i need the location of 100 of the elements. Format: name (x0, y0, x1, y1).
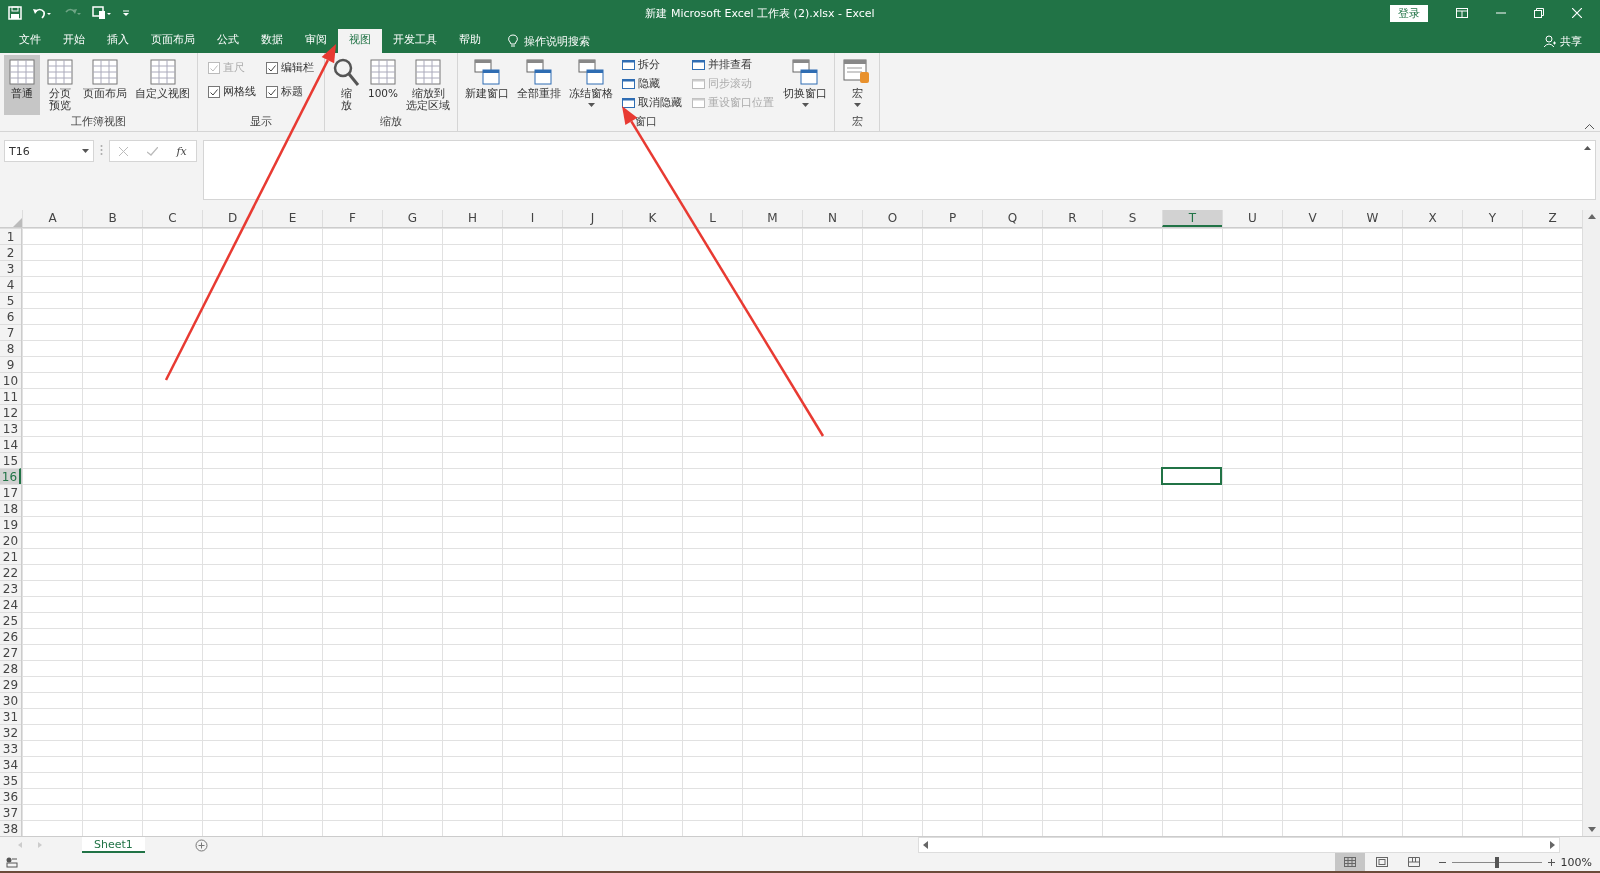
column-header[interactable]: P (922, 210, 982, 227)
sign-in-button[interactable]: 登录 (1390, 4, 1428, 22)
row-header[interactable]: 21 (0, 548, 21, 564)
zoom-level[interactable]: 100% (1560, 855, 1592, 869)
column-header[interactable]: M (742, 210, 802, 227)
column-header[interactable]: N (802, 210, 862, 227)
row-header[interactable]: 9 (0, 356, 21, 372)
column-header[interactable]: L (682, 210, 742, 227)
row-header[interactable]: 3 (0, 260, 21, 276)
ribbon-small-button[interactable]: 并排查看 (692, 58, 775, 72)
row-header[interactable]: 37 (0, 804, 21, 820)
column-header[interactable]: H (442, 210, 502, 227)
row-header[interactable]: 1 (0, 228, 21, 244)
column-header[interactable]: C (142, 210, 202, 227)
row-header[interactable]: 29 (0, 676, 21, 692)
row-header[interactable]: 2 (0, 244, 21, 260)
ribbon-button[interactable]: 100% (365, 55, 402, 115)
column-header[interactable]: V (1282, 210, 1342, 227)
column-header[interactable]: U (1222, 210, 1282, 227)
row-header[interactable]: 11 (0, 388, 21, 404)
column-header[interactable]: B (82, 210, 142, 227)
row-header[interactable]: 19 (0, 516, 21, 532)
checkbox[interactable]: 标题 (266, 85, 314, 99)
ribbon-button[interactable]: 普通 (4, 55, 40, 115)
column-header[interactable]: G (382, 210, 442, 227)
ribbon-tab[interactable]: 数据 (250, 29, 294, 53)
group-label: 窗口 (634, 115, 659, 129)
row-header[interactable]: 5 (0, 292, 21, 308)
ribbon-small-button[interactable]: 取消隐藏 (622, 96, 683, 110)
ribbon-tab[interactable]: 审阅 (294, 29, 338, 53)
column-header[interactable]: T (1162, 210, 1222, 227)
ribbon-button[interactable]: 新建窗口 (462, 55, 513, 115)
ribbon-button[interactable]: 宏 (839, 55, 876, 115)
row-header[interactable]: 32 (0, 724, 21, 740)
row-header[interactable]: 36 (0, 788, 21, 804)
row-header[interactable]: 17 (0, 484, 21, 500)
ribbon-button[interactable]: 自定义视图 (132, 55, 193, 115)
group-label: 宏 (850, 115, 864, 129)
checkbox[interactable]: 编辑栏 (266, 61, 314, 75)
ribbon-tab[interactable]: 文件 (8, 29, 52, 53)
column-header[interactable]: Y (1462, 210, 1522, 227)
column-header[interactable]: F (322, 210, 382, 227)
ribbon-button[interactable]: 冻结窗格 (566, 55, 617, 115)
row-header[interactable]: 18 (0, 500, 21, 516)
row-header[interactable]: 27 (0, 644, 21, 660)
column-header[interactable]: Q (982, 210, 1042, 227)
row-header[interactable]: 7 (0, 324, 21, 340)
ribbon-button[interactable]: 缩放到 选定区域 (403, 55, 454, 115)
row-header[interactable]: 4 (0, 276, 21, 292)
row-header[interactable]: 12 (0, 404, 21, 420)
row-header[interactable]: 20 (0, 532, 21, 548)
row-header[interactable]: 10 (0, 372, 21, 388)
ribbon-button[interactable]: 分页 预览 (42, 55, 78, 115)
row-header[interactable]: 22 (0, 564, 21, 580)
row-header[interactable]: 6 (0, 308, 21, 324)
row-header[interactable]: 14 (0, 436, 21, 452)
row-header[interactable]: 30 (0, 692, 21, 708)
ribbon-button[interactable]: 全部重排 (514, 55, 565, 115)
row-header[interactable]: 23 (0, 580, 21, 596)
row-header[interactable]: 33 (0, 740, 21, 756)
checkbox[interactable]: 网格线 (208, 85, 256, 99)
row-header[interactable]: 34 (0, 756, 21, 772)
column-header[interactable]: O (862, 210, 922, 227)
group-label: 缩放 (379, 115, 403, 129)
column-header[interactable]: A (22, 210, 82, 227)
name-box[interactable]: T16 (4, 140, 94, 162)
ribbon-tab[interactable]: 帮助 (448, 29, 492, 53)
column-header[interactable]: R (1042, 210, 1102, 227)
row-header[interactable]: 26 (0, 628, 21, 644)
row-header[interactable]: 31 (0, 708, 21, 724)
column-header[interactable]: X (1402, 210, 1462, 227)
insert-function-button[interactable]: fx (176, 144, 187, 158)
row-header[interactable]: 8 (0, 340, 21, 356)
sheet-tab[interactable]: Sheet1 (82, 837, 145, 853)
ribbon-tab[interactable]: 开始 (52, 29, 96, 53)
tell-me-search[interactable]: 操作说明搜索 (524, 33, 590, 49)
row-header[interactable]: 35 (0, 772, 21, 788)
row-header[interactable]: 16 (0, 468, 21, 484)
ribbon-tab[interactable]: 页面布局 (140, 29, 206, 53)
ribbon-tab[interactable]: 公式 (206, 29, 250, 53)
row-header[interactable]: 13 (0, 420, 21, 436)
ribbon-tab[interactable]: 视图 (338, 29, 382, 53)
row-header[interactable]: 24 (0, 596, 21, 612)
ribbon-tab[interactable]: 开发工具 (382, 29, 448, 53)
ribbon-small-button[interactable]: 隐藏 (622, 77, 683, 91)
row-header[interactable]: 25 (0, 612, 21, 628)
column-header[interactable]: D (202, 210, 262, 227)
column-header[interactable]: W (1342, 210, 1402, 227)
column-header[interactable]: J (562, 210, 622, 227)
row-header[interactable]: 28 (0, 660, 21, 676)
ribbon-button[interactable]: 切换窗口 (780, 55, 831, 115)
column-header[interactable]: I (502, 210, 562, 227)
ribbon-button[interactable]: 页面布局 (80, 55, 130, 115)
column-header[interactable]: K (622, 210, 682, 227)
ribbon-small-button[interactable]: 拆分 (622, 58, 683, 72)
window-title: 新建 Microsoft Excel 工作表 (2).xlsx - Excel (644, 5, 876, 21)
share-button[interactable]: 共享 (1560, 33, 1582, 49)
ribbon-tab[interactable]: 插入 (96, 29, 140, 53)
column-header[interactable]: E (262, 210, 322, 227)
ribbon-button[interactable]: 缩 放 (329, 55, 363, 115)
